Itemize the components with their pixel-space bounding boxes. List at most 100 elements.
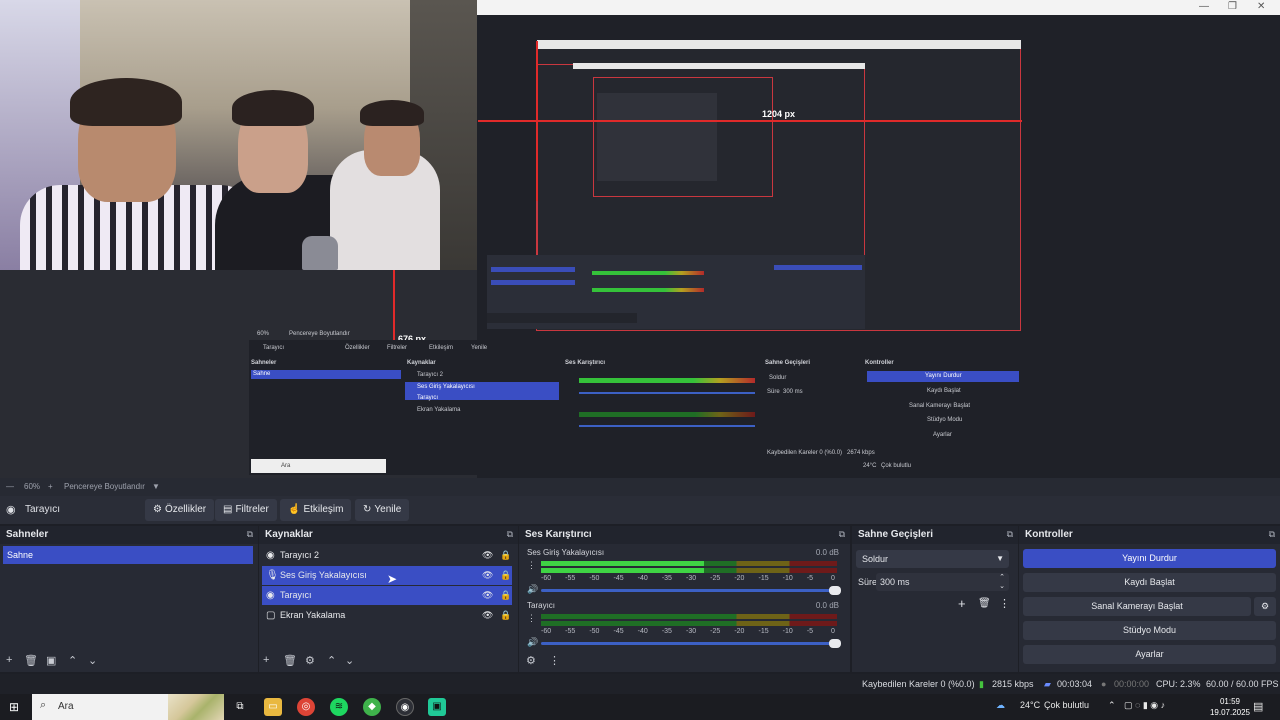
- move-up-icon[interactable]: ⌃: [327, 654, 336, 667]
- lock-icon[interactable]: 🔒: [500, 546, 511, 565]
- zoom-out-icon[interactable]: —: [6, 482, 14, 491]
- start-recording-button[interactable]: Kaydı Başlat: [1023, 573, 1276, 592]
- nested-sel-2: [491, 280, 575, 285]
- controls-title: Kontroller: [1019, 526, 1280, 544]
- speaker-icon[interactable]: 🔊: [527, 584, 538, 595]
- refresh-button[interactable]: ↻ Yenile: [355, 499, 410, 521]
- mixer-menu-icon[interactable]: ⋮: [549, 654, 560, 667]
- minimize-icon[interactable]: —: [1199, 1, 1209, 12]
- channel-menu-icon[interactable]: ⋮: [527, 560, 536, 571]
- undock-icon[interactable]: ⧉: [1269, 529, 1275, 540]
- cpu-usage: CPU: 2.3%: [1156, 679, 1201, 689]
- fit-to-window[interactable]: Pencereye Boyutlandır: [64, 482, 145, 491]
- meter-tick-label: -25: [710, 628, 721, 635]
- stepper-icon[interactable]: ⌃ ⌄: [999, 573, 1005, 591]
- task-view-icon[interactable]: ⧉: [231, 698, 249, 716]
- windows-taskbar: ⊞ ⌕ Ara ⧉ ▭ ◎ ≋ ◆ ◉ ▣ ☁ 24°C Çok bulutlu…: [0, 694, 1280, 720]
- mini-source-4: Ekran Yakalama: [417, 407, 461, 413]
- mini-temp: 24°C: [863, 463, 877, 469]
- undock-icon[interactable]: ⧉: [1007, 529, 1013, 540]
- nested-sel-1: [491, 267, 575, 272]
- undock-icon[interactable]: ⧉: [507, 529, 513, 540]
- studio-mode-button[interactable]: Stüdyo Modu: [1023, 621, 1276, 640]
- lock-icon[interactable]: 🔒: [500, 586, 511, 605]
- add-icon[interactable]: +: [958, 596, 966, 611]
- maximize-icon[interactable]: ❐: [1228, 1, 1237, 12]
- more-icon[interactable]: ⋮: [999, 597, 1010, 610]
- app-icon[interactable]: ◆: [363, 698, 381, 716]
- tray-icons[interactable]: ▢ ◌ ▮ ◉ ♪: [1124, 700, 1165, 711]
- mini-scene-item: Sahne: [251, 370, 401, 379]
- nested-meter-2: [592, 288, 704, 292]
- duration-field[interactable]: 300 ms ⌃ ⌄: [876, 573, 1009, 591]
- volume-slider[interactable]: [541, 586, 841, 595]
- scenes-title: Sahneler: [0, 526, 258, 544]
- meter-tick-label: 0: [831, 575, 835, 582]
- mini-stop-stream: Yayını Durdur: [867, 371, 1019, 382]
- gear-icon: ⚙: [153, 504, 162, 515]
- undock-icon[interactable]: ⧉: [839, 529, 845, 540]
- eye-icon[interactable]: 👁: [482, 546, 493, 565]
- clock[interactable]: 01:59 19.07.2025: [1210, 696, 1250, 718]
- filters-button[interactable]: ▤ Filtreler: [215, 499, 277, 521]
- trash-icon[interactable]: 🗑: [24, 654, 38, 667]
- source-row[interactable]: ▢ Ekran Yakalama 👁 🔒: [262, 606, 512, 625]
- scene-transitions-dock: Sahne Geçişleri ⧉ Soldur ▼ Süre 300 ms ⌃…: [852, 526, 1018, 672]
- tray-chevron-icon[interactable]: ⌃: [1108, 700, 1116, 711]
- preview-canvas[interactable]: — ❐ ✕ 1204 px 676 px 60% Pencereye Boyut…: [0, 0, 1280, 478]
- slider-knob[interactable]: [829, 639, 841, 648]
- mini-head-scenes: Sahneler: [251, 360, 277, 366]
- taskbar-search[interactable]: ⌕ Ara: [32, 694, 224, 720]
- undock-icon[interactable]: ⧉: [247, 529, 253, 540]
- interact-button[interactable]: ☝ Etkileşim: [280, 499, 352, 521]
- eye-icon[interactable]: 👁: [482, 586, 493, 605]
- obs-icon[interactable]: ◉: [396, 698, 414, 716]
- close-icon[interactable]: ✕: [1257, 1, 1265, 12]
- filter-icon[interactable]: ▣: [46, 654, 56, 667]
- spotify-icon[interactable]: ≋: [330, 698, 348, 716]
- windows-start-icon[interactable]: ⊞: [9, 700, 19, 714]
- eye-icon[interactable]: 👁: [482, 606, 493, 625]
- move-up-icon[interactable]: ⌃: [68, 654, 77, 667]
- meter-tick-label: -55: [565, 575, 576, 582]
- scene-item[interactable]: Sahne: [3, 546, 253, 564]
- gear-icon[interactable]: ⚙: [305, 654, 315, 667]
- file-explorer-icon[interactable]: ▭: [264, 698, 282, 716]
- mini-slider-1: [579, 392, 755, 394]
- source-row[interactable]: ◉ Tarayıcı 2 👁 🔒: [262, 546, 512, 565]
- settings-button[interactable]: Ayarlar: [1023, 645, 1276, 664]
- mini-head-mixer: Ses Karıştırıcı: [565, 360, 606, 366]
- notifications-icon[interactable]: ▤: [1253, 700, 1263, 713]
- eye-icon[interactable]: 👁: [482, 566, 493, 585]
- slider-knob[interactable]: [829, 586, 841, 595]
- move-down-icon[interactable]: ⌄: [345, 654, 354, 667]
- channel-menu-icon[interactable]: ⋮: [527, 613, 536, 624]
- lock-icon[interactable]: 🔒: [500, 606, 511, 625]
- mini-studio: Stüdyo Modu: [927, 417, 963, 423]
- level-meter: [541, 561, 837, 566]
- chrome-icon[interactable]: ◎: [297, 698, 315, 716]
- properties-button[interactable]: ⚙ Özellikler: [145, 499, 215, 521]
- app-icon-2[interactable]: ▣: [428, 698, 446, 716]
- lock-icon[interactable]: 🔒: [500, 566, 511, 585]
- mini-meter-1: [579, 378, 755, 383]
- level-meter: [541, 621, 837, 626]
- volume-slider[interactable]: [541, 639, 841, 648]
- fit-dropdown-icon[interactable]: ▼: [152, 482, 160, 491]
- mixer-settings-icon[interactable]: ⚙: [526, 654, 536, 667]
- speaker-icon[interactable]: 🔊: [527, 637, 538, 648]
- nested-titlebar-2: [573, 63, 865, 69]
- refresh-icon: ↻: [363, 504, 372, 515]
- add-icon[interactable]: +: [263, 654, 269, 666]
- vcam-settings-button[interactable]: ⚙: [1254, 597, 1276, 616]
- stop-stream-button[interactable]: Yayını Durdur: [1023, 549, 1276, 568]
- trash-icon[interactable]: 🗑: [283, 654, 297, 667]
- move-down-icon[interactable]: ⌄: [88, 654, 97, 667]
- start-virtual-camera-button[interactable]: Sanal Kamerayı Başlat: [1023, 597, 1251, 616]
- source-row[interactable]: ◉ Tarayıcı 👁 🔒: [262, 586, 512, 605]
- transition-select[interactable]: Soldur ▼: [856, 550, 1009, 568]
- zoom-in-icon[interactable]: +: [48, 482, 53, 491]
- trash-icon[interactable]: 🗑: [978, 598, 991, 609]
- zoom-level: 60%: [24, 482, 41, 491]
- add-icon[interactable]: +: [6, 654, 12, 666]
